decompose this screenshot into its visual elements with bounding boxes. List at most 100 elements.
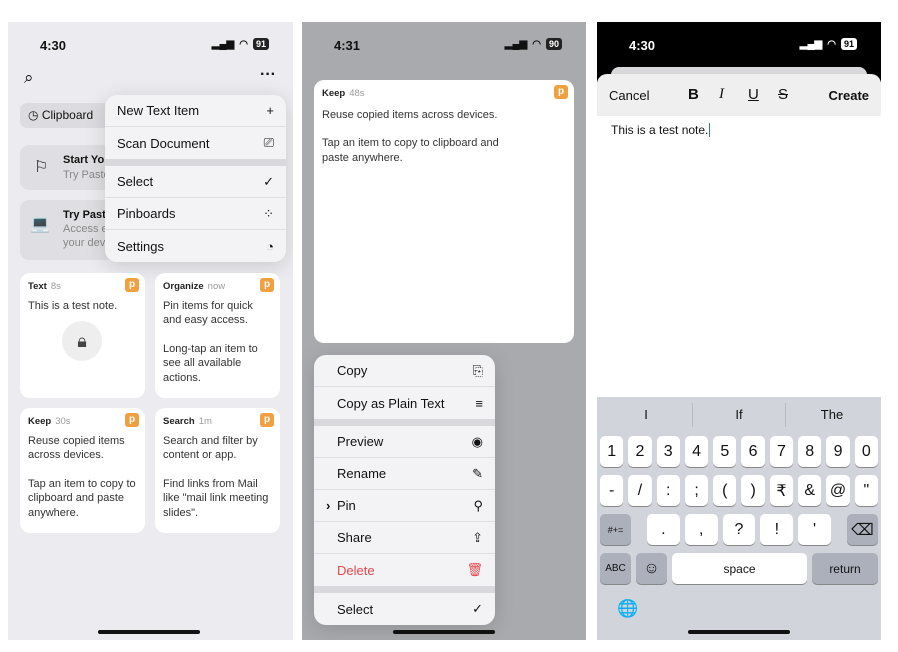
menu-label: Pin: [337, 498, 356, 513]
clip-card-text[interactable]: Text 8s p This is a test note. 🔒︎: [20, 273, 145, 398]
return-key[interactable]: return: [812, 553, 878, 584]
context-menu-screen: 4:31 ▂▄▆ ◠ 90 Keep 48s p Reuse copied items…: [302, 22, 586, 640]
search-icon[interactable]: ⌕: [24, 68, 34, 88]
suggestion[interactable]: The: [786, 403, 878, 427]
menu-share[interactable]: Share ⇪: [314, 522, 495, 554]
keyboard: I If The 1234567890 - /:;() ₹ & @ " #+= .,?! '…: [597, 397, 881, 640]
menu-divider: [105, 159, 286, 166]
menu-rename[interactable]: Rename ✎: [314, 458, 495, 490]
key[interactable]: @: [826, 475, 850, 506]
bold-button[interactable]: B: [688, 86, 699, 103]
key[interactable]: ?: [722, 514, 756, 545]
key[interactable]: ;: [684, 475, 709, 506]
menu-label: Delete: [337, 562, 375, 578]
menu-label: New Text Item: [117, 103, 200, 118]
menu-copy-plain[interactable]: Copy as Plain Text ≡: [314, 387, 495, 419]
underline-button[interactable]: U: [748, 86, 759, 103]
card-body: Find links from Mail like "mail link mee…: [163, 477, 269, 519]
key[interactable]: 1: [600, 436, 624, 467]
key[interactable]: ': [798, 514, 831, 545]
battery-level: 91: [252, 38, 269, 50]
key[interactable]: ,: [684, 514, 718, 545]
key[interactable]: &: [798, 475, 822, 506]
key[interactable]: 2: [628, 436, 652, 467]
key[interactable]: ": [854, 475, 878, 506]
clip-card-organize[interactable]: Organize now p Pin items for quick and ea…: [155, 273, 280, 398]
key[interactable]: :: [656, 475, 680, 506]
menu-select[interactable]: Select ✓: [314, 593, 495, 625]
home-indicator: [688, 630, 790, 634]
cancel-button[interactable]: Cancel: [609, 88, 649, 103]
card-title: Keep: [28, 416, 52, 427]
text-cursor: [709, 123, 711, 137]
wifi-icon: ◠: [532, 38, 541, 50]
abc-key[interactable]: ABC: [600, 553, 631, 584]
clip-card-keep[interactable]: Keep 30s p Reuse copied items across devi…: [20, 408, 145, 533]
symbols-key[interactable]: #+=: [600, 514, 631, 545]
menu-select[interactable]: Select ✓: [105, 166, 286, 198]
card-time: 1m: [198, 416, 212, 427]
battery-level: 90: [545, 38, 562, 50]
key[interactable]: 3: [656, 436, 680, 467]
menu-new-text-item[interactable]: New Text Item +: [105, 95, 286, 127]
wifi-icon: ◠: [239, 38, 248, 50]
space-key[interactable]: space: [672, 553, 807, 584]
menu-pin[interactable]: › Pin ⚲: [314, 490, 495, 522]
key[interactable]: ₹: [769, 475, 794, 506]
card-title: Search: [163, 416, 195, 427]
key[interactable]: (: [713, 475, 737, 506]
key[interactable]: 0: [854, 436, 878, 467]
create-button[interactable]: Create: [829, 88, 869, 103]
menu-copy[interactable]: Copy ⎘: [314, 355, 495, 387]
menu-label: Settings: [117, 238, 164, 254]
key[interactable]: 7: [769, 436, 794, 467]
key[interactable]: /: [628, 475, 652, 506]
more-menu: New Text Item + Scan Document ⎚ Select ✓ Pi…: [105, 95, 286, 262]
globe-icon[interactable]: 🌐: [617, 599, 638, 619]
key-row-numbers: 1234567890: [600, 436, 878, 467]
strikethrough-button[interactable]: S: [778, 86, 788, 103]
status-time: 4:30: [40, 38, 67, 53]
menu-delete[interactable]: Delete 🗑: [314, 554, 495, 586]
card-time: now: [207, 281, 226, 292]
card-body: This is a test note.: [28, 299, 118, 312]
key[interactable]: !: [760, 514, 794, 545]
card-time: 30s: [55, 416, 71, 427]
key[interactable]: 4: [684, 436, 709, 467]
key[interactable]: 6: [741, 436, 765, 467]
menu-label: Preview: [337, 434, 384, 449]
note-text-area[interactable]: This is a test note.: [611, 123, 871, 393]
plus-icon: +: [266, 103, 274, 118]
key[interactable]: 5: [713, 436, 737, 467]
menu-label: Select: [337, 601, 374, 617]
paste-home-screen: 4:30 ▂▄▆ ◠ 91 ⌕ ··· ◷ Clipboard ⚐ Start Yo…: [8, 22, 293, 640]
suggestion[interactable]: I: [600, 403, 692, 427]
delete-key-icon[interactable]: ⌫: [846, 514, 878, 545]
menu-label: Select: [117, 174, 154, 189]
more-icon[interactable]: ···: [260, 66, 276, 84]
key[interactable]: ): [741, 475, 765, 506]
menu-preview[interactable]: Preview ◉: [314, 426, 495, 458]
menu-label: Rename: [337, 466, 387, 481]
paste-app-icon: p: [260, 278, 274, 292]
menu-scan-document[interactable]: Scan Document ⎚: [105, 127, 286, 159]
history-icon: ◷: [28, 108, 42, 122]
banner-line: Access e: [63, 223, 108, 235]
key[interactable]: .: [647, 514, 680, 545]
banner-title: Start Yo: [63, 154, 105, 166]
suggestion[interactable]: If: [692, 403, 786, 427]
clip-card-search[interactable]: Search 1m p Search and filter by content …: [155, 408, 280, 533]
key[interactable]: 9: [826, 436, 850, 467]
key[interactable]: -: [600, 475, 624, 506]
italic-button[interactable]: I: [719, 86, 724, 103]
menu-settings[interactable]: Settings ◔: [105, 230, 286, 262]
suggestion-bar: I If The: [600, 403, 878, 427]
preview-card-keep: Keep 48s p Reuse copied items across devi…: [314, 80, 574, 343]
pin-icon: ⚲: [473, 497, 483, 513]
menu-pinboards[interactable]: Pinboards ⁘: [105, 198, 286, 230]
emoji-key-icon[interactable]: ☺: [636, 553, 667, 584]
signal-icon: ▂▄▆: [504, 38, 528, 50]
key[interactable]: 8: [798, 436, 822, 467]
eye-icon: ◉: [471, 433, 483, 449]
paste-app-icon: p: [260, 413, 274, 427]
